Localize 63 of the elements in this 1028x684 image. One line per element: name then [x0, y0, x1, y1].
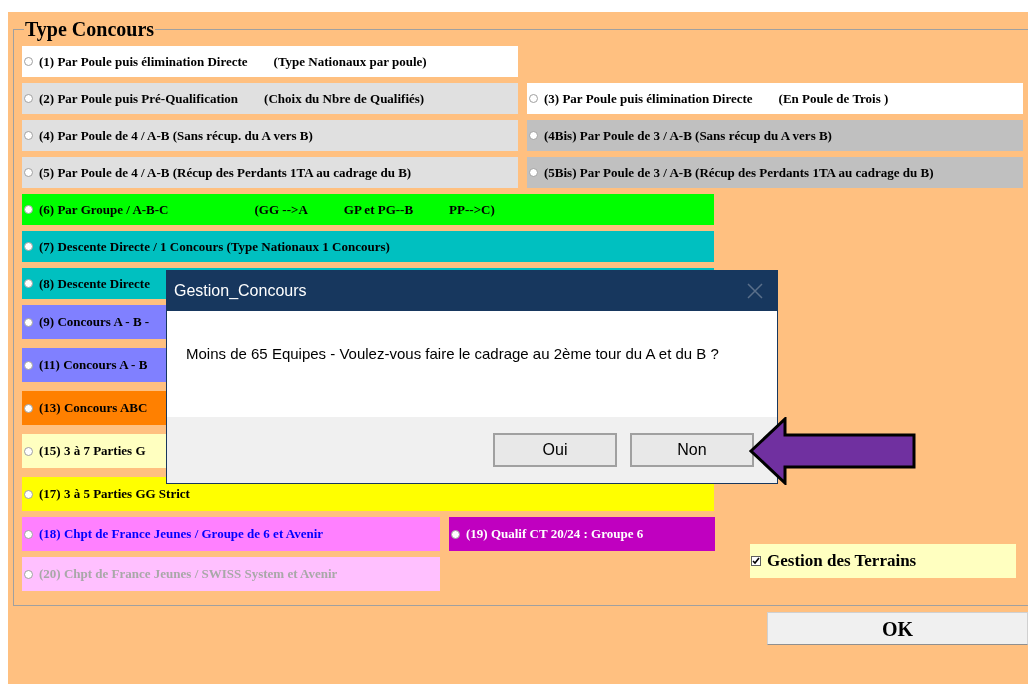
- ok-button[interactable]: OK: [767, 612, 1028, 645]
- radio-button[interactable]: [24, 529, 33, 539]
- close-icon[interactable]: [747, 283, 763, 299]
- checkbox-label: Gestion des Terrains: [767, 550, 917, 573]
- dialog-message: Moins de 65 Equipes - Voulez-vous faire le cadrage au 2ème tour du A et du B ?: [186, 344, 720, 364]
- radio-button[interactable]: [451, 529, 460, 539]
- dialog-button[interactable]: Oui: [493, 433, 617, 467]
- option-label: (GG -->A: [254, 200, 308, 219]
- checkbox[interactable]: [751, 556, 761, 566]
- radio-option[interactable]: (4) Par Poule de 4 / A-B (Sans récup. du A vers B): [22, 120, 518, 151]
- option-label: (15) 3 à 7 Parties G: [39, 442, 146, 461]
- radio-button[interactable]: [24, 446, 33, 456]
- option-label: (4Bis) Par Poule de 3 / A-B (Sans récup du A vers B): [544, 126, 832, 145]
- radio-button[interactable]: [24, 131, 33, 140]
- option-label: (2) Par Poule puis Pré-Qualification: [39, 89, 239, 108]
- option-label: GP et PG--B: [343, 200, 414, 219]
- option-label: PP-->C): [449, 200, 495, 219]
- dialog-button[interactable]: Non: [630, 433, 754, 467]
- radio-button[interactable]: [24, 242, 33, 251]
- option-label: (4) Par Poule de 4 / A-B (Sans récup. du A vers B): [39, 126, 313, 145]
- check-icon: [752, 557, 760, 565]
- option-label: (19) Qualif CT 20/24 : Groupe 6: [466, 525, 644, 544]
- radio-option[interactable]: (5) Par Poule de 4 / A-B (Récup des Perdants 1TA au cadrage du B): [22, 157, 518, 188]
- group-title: Type Concours: [24, 18, 156, 40]
- option-label: (18) Chpt de France Jeunes / Groupe de 6 et Avenir: [39, 525, 324, 544]
- option-label: (9) Concours A - B -: [39, 313, 150, 332]
- radio-option[interactable]: (7) Descente Directe / 1 Concours (Type Nationaux 1 Concours): [22, 231, 714, 262]
- option-label: (5Bis) Par Poule de 3 / A-B (Récup des Perdants 1TA au cadrage du B): [544, 163, 934, 182]
- radio-option[interactable]: (2) Par Poule puis Pré-Qualification (Choix du Nbre de Qualifiés): [22, 83, 518, 114]
- radio-button[interactable]: [24, 489, 33, 499]
- radio-button[interactable]: [24, 94, 33, 103]
- option-label: (17) 3 à 5 Parties GG Strict: [39, 485, 190, 504]
- option-label: (13) Concours ABC: [39, 399, 148, 418]
- terrain-checkbox[interactable]: Gestion des Terrains: [750, 544, 1016, 578]
- radio-button[interactable]: [24, 403, 33, 413]
- option-label: (En Poule de Trois ): [778, 89, 889, 108]
- radio-button[interactable]: [24, 317, 33, 327]
- radio-option[interactable]: (6) Par Groupe / A-B-C (GG -->A GP et PG--B PP-->C): [22, 194, 714, 225]
- option-label: (5) Par Poule de 4 / A-B (Récup des Perdants 1TA au cadrage du B): [39, 163, 412, 182]
- option-label: (3) Par Poule puis élimination Directe: [544, 89, 753, 108]
- radio-button[interactable]: [529, 168, 538, 177]
- radio-button[interactable]: [24, 205, 33, 214]
- radio-option[interactable]: (5Bis) Par Poule de 3 / A-B (Récup des Perdants 1TA au cadrage du B): [527, 157, 1023, 188]
- radio-option[interactable]: (3) Par Poule puis élimination Directe (En Poule de Trois ): [527, 83, 1023, 114]
- radio-button[interactable]: [24, 57, 33, 66]
- radio-option[interactable]: (18) Chpt de France Jeunes / Groupe de 6 et Avenir: [22, 517, 440, 551]
- option-label: (8) Descente Directe: [39, 274, 150, 293]
- radio-button[interactable]: [529, 131, 538, 140]
- dialog-title: Gestion_Concours: [174, 281, 307, 301]
- option-label: (6) Par Groupe / A-B-C: [39, 200, 169, 219]
- radio-option[interactable]: (1) Par Poule puis élimination Directe (Type Nationaux par poule): [22, 46, 518, 77]
- radio-button[interactable]: [529, 94, 538, 103]
- option-label: (7) Descente Directe / 1 Concours (Type Nationaux 1 Concours): [39, 237, 390, 256]
- option-label: (Choix du Nbre de Qualifiés): [264, 89, 425, 108]
- radio-option[interactable]: (4Bis) Par Poule de 3 / A-B (Sans récup du A vers B): [527, 120, 1023, 151]
- option-label: (1) Par Poule puis élimination Directe: [39, 52, 248, 71]
- radio-button[interactable]: [24, 360, 33, 370]
- option-label: (20) Chpt de France Jeunes / SWISS System et Avenir: [39, 565, 338, 584]
- radio-option[interactable]: (19) Qualif CT 20/24 : Groupe 6: [449, 517, 715, 551]
- option-label: (11) Concours A - B: [39, 356, 148, 375]
- radio-button[interactable]: [24, 168, 33, 177]
- radio-button[interactable]: [24, 279, 33, 288]
- option-label: (Type Nationaux par poule): [273, 52, 427, 71]
